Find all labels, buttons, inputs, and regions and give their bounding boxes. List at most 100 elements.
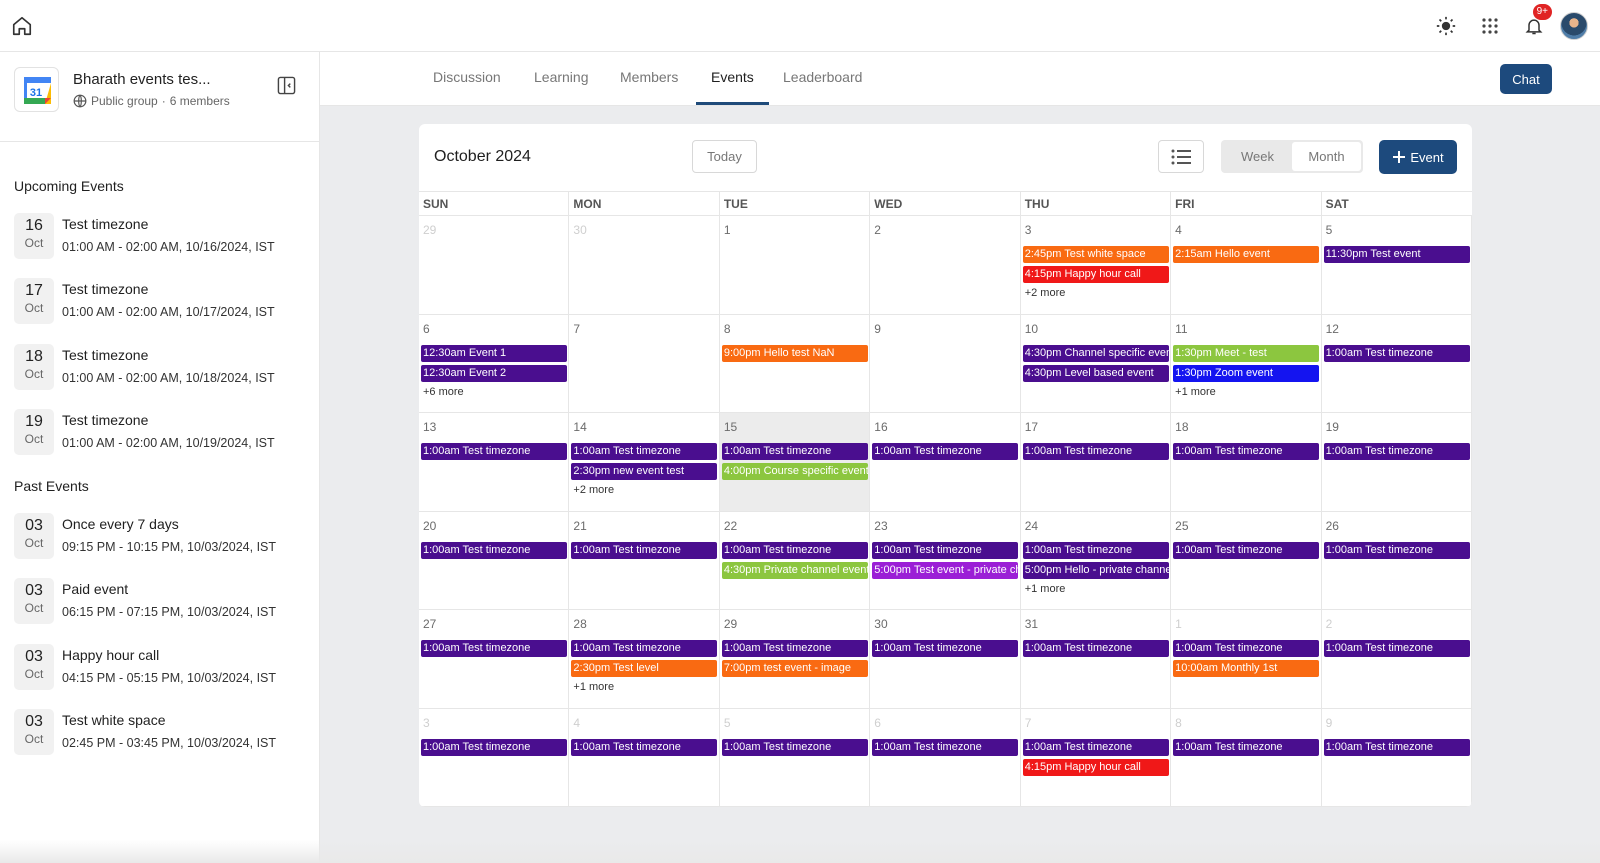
event-list-item[interactable]: 03 Oct Once every 7 days 09:15 PM - 10:15 P… bbox=[14, 513, 314, 559]
event-list-item[interactable]: 18 Oct Test timezone 01:00 AM - 02:00 AM, 1… bbox=[14, 343, 314, 390]
event-list-item[interactable]: 17 Oct Test timezone 01:00 AM - 02:00 AM, 1… bbox=[14, 278, 314, 325]
calendar-event[interactable]: 1:00am Test timezone bbox=[872, 541, 1019, 559]
calendar-event[interactable]: 1:00am Test timezone bbox=[721, 443, 868, 460]
day-cell[interactable]: 2 1:00am Test timezone bbox=[1321, 610, 1472, 709]
day-cell[interactable]: 1 1:00am Test timezone 10:00am Monthly 1st bbox=[1171, 610, 1322, 709]
day-cell[interactable]: 30 bbox=[569, 216, 720, 315]
day-cell[interactable]: 9 1:00am Test timezone bbox=[1321, 708, 1472, 807]
tab-events[interactable]: Events bbox=[711, 69, 754, 85]
calendar-event[interactable]: 4:15pm Happy hour call bbox=[1022, 266, 1169, 283]
calendar-event[interactable]: 1:00am Test timezone bbox=[721, 738, 868, 756]
day-cell[interactable]: 2 bbox=[870, 216, 1021, 315]
list-view-button[interactable] bbox=[1158, 140, 1204, 173]
day-cell[interactable]: 30 1:00am Test timezone bbox=[870, 610, 1021, 709]
day-cell[interactable]: 21 1:00am Test timezone bbox=[569, 511, 720, 610]
event-list-item[interactable]: 03 Oct Test white space 02:45 PM - 03:45 PM… bbox=[14, 709, 314, 756]
calendar-event[interactable]: 1:00am Test timezone bbox=[872, 640, 1019, 657]
day-cell[interactable]: 5 1:00am Test timezone bbox=[719, 708, 871, 807]
day-cell[interactable]: 4 2:15am Hello event bbox=[1171, 216, 1322, 315]
day-cell[interactable]: 3 2:45pm Test white space 4:15pm Happy hou… bbox=[1020, 216, 1172, 315]
home-icon[interactable] bbox=[11, 15, 33, 37]
calendar-event[interactable]: 1:00am Test timezone bbox=[1323, 738, 1470, 756]
today-button[interactable]: Today bbox=[692, 140, 757, 173]
day-cell[interactable]: 22 1:00am Test timezone 4:30pm Private cha… bbox=[719, 511, 871, 610]
calendar-event[interactable]: 1:00am Test timezone bbox=[721, 640, 868, 657]
calendar-event[interactable]: 1:00am Test timezone bbox=[872, 738, 1019, 756]
calendar-event[interactable]: 12:30am Event 2 bbox=[421, 364, 567, 382]
day-cell[interactable]: 7 1:00am Test timezone 4:15pm Happy hour c… bbox=[1020, 708, 1172, 807]
week-view-button[interactable]: Week bbox=[1223, 142, 1292, 171]
calendar-event[interactable]: 1:00am Test timezone bbox=[421, 738, 567, 756]
day-cell[interactable]: 8 1:00am Test timezone bbox=[1171, 708, 1322, 807]
calendar-event[interactable]: 1:00am Test timezone bbox=[1022, 443, 1169, 460]
calendar-event[interactable]: 9:00pm Hello test NaN bbox=[721, 344, 868, 362]
day-cell[interactable]: 6 1:00am Test timezone bbox=[870, 708, 1021, 807]
calendar-event[interactable]: 1:00am Test timezone bbox=[571, 640, 718, 657]
calendar-event[interactable]: 1:30pm Zoom event bbox=[1173, 364, 1320, 382]
day-cell[interactable]: 20 1:00am Test timezone bbox=[419, 511, 570, 610]
tab-leaderboard[interactable]: Leaderboard bbox=[783, 69, 862, 85]
calendar-event[interactable]: 2:15am Hello event bbox=[1173, 246, 1320, 263]
day-cell[interactable]: 3 1:00am Test timezone bbox=[419, 708, 570, 807]
calendar-event[interactable]: 1:00am Test timezone bbox=[571, 738, 718, 756]
calendar-event[interactable]: 1:00am Test timezone bbox=[421, 640, 567, 657]
group-name[interactable]: Bharath events tes... bbox=[73, 71, 211, 88]
calendar-event[interactable]: 5:00pm Test event - private ch bbox=[872, 561, 1019, 579]
calendar-event[interactable]: 1:00am Test timezone bbox=[571, 541, 718, 559]
day-cell[interactable]: 9 bbox=[870, 314, 1021, 413]
calendar-event[interactable]: 1:30pm Meet - test bbox=[1173, 344, 1320, 362]
day-cell[interactable]: 26 1:00am Test timezone bbox=[1321, 511, 1472, 610]
calendar-event[interactable]: 2:30pm new event test bbox=[571, 463, 718, 480]
calendar-event[interactable]: 1:00am Test timezone bbox=[721, 541, 868, 559]
calendar-event[interactable]: 1:00am Test timezone bbox=[1323, 344, 1470, 362]
add-event-button[interactable]: Event bbox=[1379, 140, 1457, 174]
more-events-link[interactable]: +2 more bbox=[573, 484, 614, 496]
calendar-event[interactable]: 10:00am Monthly 1st bbox=[1173, 660, 1320, 677]
day-cell[interactable]: 23 1:00am Test timezone 5:00pm Test event … bbox=[870, 511, 1021, 610]
notifications-button[interactable]: 9+ bbox=[1512, 4, 1556, 44]
more-events-link[interactable]: +1 more bbox=[1025, 583, 1066, 595]
day-cell[interactable]: 4 1:00am Test timezone bbox=[569, 708, 720, 807]
calendar-event[interactable]: 12:30am Event 1 bbox=[421, 344, 567, 362]
calendar-event[interactable]: 4:30pm Level based event bbox=[1022, 364, 1169, 382]
day-cell[interactable]: 24 1:00am Test timezone 5:00pm Hello - pri… bbox=[1020, 511, 1172, 610]
calendar-event[interactable]: 1:00am Test timezone bbox=[1173, 443, 1320, 460]
tab-members[interactable]: Members bbox=[620, 69, 678, 85]
day-cell[interactable]: 1 bbox=[719, 216, 871, 315]
calendar-event[interactable]: 1:00am Test timezone bbox=[421, 541, 567, 559]
calendar-event[interactable]: 4:30pm Channel specific event bbox=[1022, 344, 1169, 362]
apps-button[interactable] bbox=[1468, 8, 1512, 44]
event-list-item[interactable]: 03 Oct Happy hour call 04:15 PM - 05:15 PM,… bbox=[14, 643, 314, 690]
user-avatar[interactable] bbox=[1560, 12, 1588, 40]
day-cell[interactable]: 8 9:00pm Hello test NaN bbox=[719, 314, 871, 413]
calendar-event[interactable]: 1:00am Test timezone bbox=[872, 443, 1019, 460]
calendar-event[interactable]: 2:45pm Test white space bbox=[1022, 246, 1169, 263]
calendar-event[interactable]: 11:30pm Test event bbox=[1323, 246, 1470, 263]
day-cell[interactable]: 19 1:00am Test timezone bbox=[1321, 413, 1472, 512]
day-cell[interactable]: 15 1:00am Test timezone 4:00pm Course spec… bbox=[719, 413, 871, 512]
calendar-event[interactable]: 1:00am Test timezone bbox=[1173, 738, 1320, 756]
calendar-event[interactable]: 1:00am Test timezone bbox=[1173, 541, 1320, 559]
event-list-item[interactable]: 16 Oct Test timezone 01:00 AM - 02:00 AM, 1… bbox=[14, 213, 314, 259]
more-events-link[interactable]: +1 more bbox=[1175, 386, 1216, 398]
day-cell[interactable]: 12 1:00am Test timezone bbox=[1321, 314, 1472, 413]
calendar-event[interactable]: 1:00am Test timezone bbox=[1022, 738, 1169, 756]
collapse-sidebar-icon[interactable] bbox=[277, 76, 296, 95]
calendar-event[interactable]: 2:30pm Test level bbox=[571, 660, 718, 677]
event-list-item[interactable]: 03 Oct Paid event 06:15 PM - 07:15 PM, 10/0… bbox=[14, 578, 314, 625]
day-cell[interactable]: 29 1:00am Test timezone 7:00pm test event … bbox=[719, 610, 871, 709]
tab-discussion[interactable]: Discussion bbox=[433, 69, 501, 85]
calendar-event[interactable]: 4:15pm Happy hour call bbox=[1022, 758, 1169, 776]
calendar-event[interactable]: 1:00am Test timezone bbox=[421, 443, 567, 460]
day-cell[interactable]: 28 1:00am Test timezone 2:30pm Test level +… bbox=[569, 610, 720, 709]
day-cell[interactable]: 6 12:30am Event 1 12:30am Event 2 +6 more bbox=[419, 314, 570, 413]
more-events-link[interactable]: +1 more bbox=[573, 681, 614, 693]
month-view-button[interactable]: Month bbox=[1292, 142, 1361, 171]
calendar-event[interactable]: 1:00am Test timezone bbox=[571, 443, 718, 460]
day-cell[interactable]: 29 bbox=[419, 216, 570, 315]
day-cell[interactable]: 11 1:30pm Meet - test 1:30pm Zoom event +1 … bbox=[1171, 314, 1322, 413]
chat-button[interactable]: Chat bbox=[1500, 64, 1552, 94]
calendar-event[interactable]: 5:00pm Hello - private channe bbox=[1022, 561, 1169, 579]
day-cell[interactable]: 27 1:00am Test timezone bbox=[419, 610, 570, 709]
calendar-event[interactable]: 4:00pm Course specific event bbox=[721, 463, 868, 480]
